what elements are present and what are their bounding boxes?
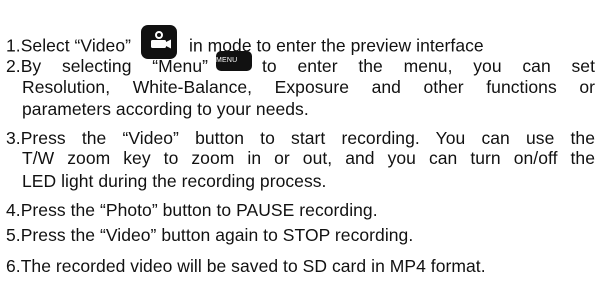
- menu-button-icon: MENU: [216, 51, 252, 72]
- step-2-line-2: Resolution, White-Balance, Exposure and …: [22, 77, 595, 97]
- step-4-line: 4.Press the “Photo” button to PAUSE reco…: [6, 200, 378, 220]
- step-1-prefix: 1.Select “Video”: [6, 35, 131, 56]
- step-2-line-3: parameters according to your needs.: [22, 99, 309, 119]
- step-5-line: 5.Press the “Video” button again to STOP…: [6, 225, 414, 245]
- step-3-line-1: 3.Press the “Video” button to start reco…: [6, 128, 595, 148]
- step-3-line-3: LED light during the recording process.: [22, 171, 327, 191]
- step-2-line-1-suffix: to enter the menu, you can set: [262, 56, 595, 76]
- step-2-line-1: 2.By selecting “Menu” MENU to enter the me…: [6, 51, 595, 77]
- step-2-prefix: 2.By selecting “Menu”: [6, 56, 208, 76]
- video-camera-icon: [141, 25, 177, 59]
- step-3-line-2: T/W zoom key to zoom in or out, and you …: [22, 148, 595, 168]
- instruction-document: 1.Select “Video” in mode to enter the pr…: [0, 0, 603, 287]
- step-6-line: 6.The recorded video will be saved to SD…: [6, 256, 486, 276]
